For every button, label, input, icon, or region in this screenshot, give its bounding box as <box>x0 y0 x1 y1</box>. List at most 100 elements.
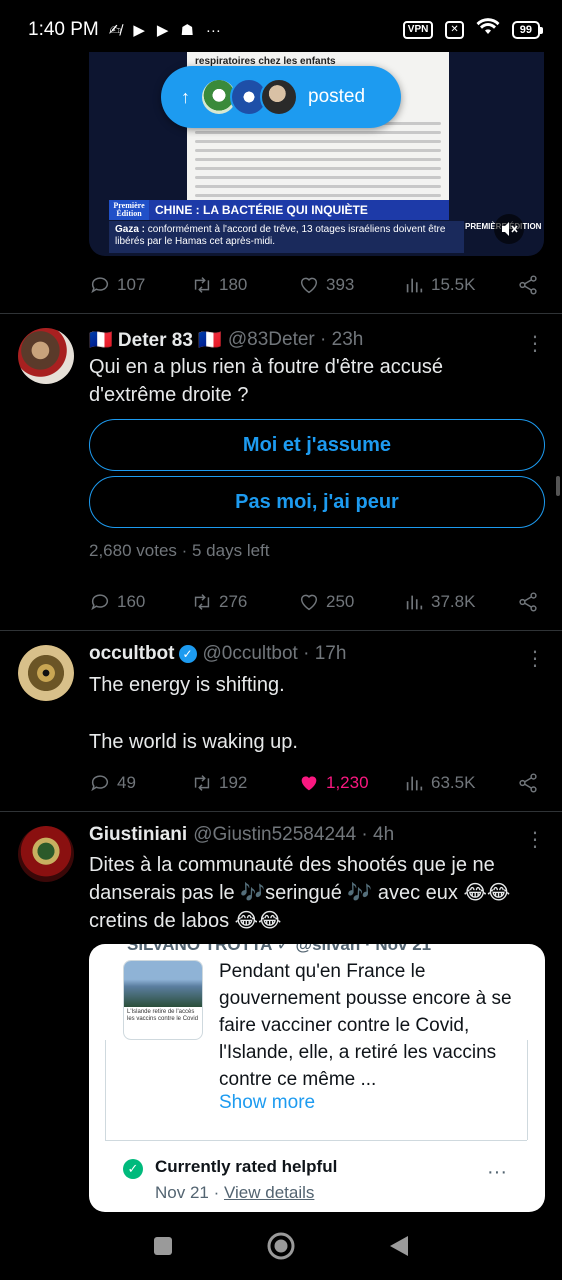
share-icon <box>519 275 537 295</box>
battery-icon: 99 <box>511 21 544 39</box>
square-icon <box>154 1237 172 1255</box>
thumbnail-caption: L'Islande retire de l'accès les vaccins … <box>127 1009 199 1022</box>
reply-button[interactable]: 107 <box>89 274 191 296</box>
share-icon <box>519 592 537 612</box>
avatar <box>260 78 298 116</box>
home-button[interactable] <box>267 1232 295 1260</box>
quoted-tweet-header: SILVANO TROTTA ✓ @silvan · Nov 21 <box>127 944 432 954</box>
retweet-button[interactable]: 276 <box>191 591 298 613</box>
notification-icons: ✍̸ ▶ ▶ ☗ ··· <box>108 21 221 40</box>
system-nav-bar <box>0 1212 562 1280</box>
poll-option-1[interactable]: Moi et j'assume <box>89 419 545 471</box>
tv-headline: CHINE : LA BACTÉRIE QUI INQUIÈTE <box>149 200 449 220</box>
views-button[interactable]: 63.5K <box>403 772 503 794</box>
share-button[interactable] <box>517 591 539 613</box>
handle-time[interactable]: @0ccultbot · 17h <box>203 643 347 665</box>
channel-brand: Première Édition <box>109 200 149 220</box>
heart-icon <box>300 277 318 294</box>
quoted-text: Pendant qu'en France le gouvernement pou… <box>219 961 512 1090</box>
silent-icon: ✍̸ <box>108 22 122 39</box>
views-button[interactable]: 15.5K <box>403 274 503 296</box>
more-options-icon[interactable]: ··· <box>487 1162 507 1182</box>
quoted-thumbnail: L'Islande retire de l'accès les vaccins … <box>123 960 203 1040</box>
view-details-link[interactable]: View details <box>224 1183 314 1202</box>
like-button[interactable]: 250 <box>298 591 403 613</box>
circle-icon <box>267 1232 295 1260</box>
recents-button[interactable] <box>149 1232 177 1260</box>
display-name[interactable]: 🇫🇷 Deter 83 🇫🇷 <box>89 328 222 352</box>
tweet-text-line-2: The world is waking up. <box>89 731 298 753</box>
tv-ticker: Gaza : conformément à l'accord de trêve,… <box>109 221 464 253</box>
posted-avatars <box>200 78 298 116</box>
wifi-icon <box>476 18 500 42</box>
tweet-header: occultbot ✓ @0ccultbot · 17h <box>89 643 529 665</box>
status-time: 1:40 PM <box>28 19 99 40</box>
note-status: Currently rated helpful <box>155 1157 338 1176</box>
tweet-header: 🇫🇷 Deter 83 🇫🇷 @83Deter · 23h <box>89 328 529 352</box>
arrow-up-icon: ↑ <box>181 86 190 107</box>
tweet-actions: 160 276 250 37.8K <box>89 587 539 617</box>
views-icon <box>406 278 423 293</box>
check-icon: ✓ <box>123 1159 143 1179</box>
mute-icon[interactable] <box>494 214 524 244</box>
scrollbar[interactable] <box>556 476 560 496</box>
retweet-icon <box>194 277 210 293</box>
avatar[interactable] <box>18 826 74 882</box>
app-icon: ☗ <box>180 22 194 39</box>
share-icon <box>519 773 537 793</box>
avatar[interactable] <box>18 645 74 701</box>
handle-time[interactable]: @83Deter · 23h <box>228 329 363 351</box>
views-icon <box>406 595 423 610</box>
heart-filled-icon <box>301 776 317 791</box>
tweet-header: Giustiniani @Giustin52584244 · 4h <box>89 824 529 846</box>
retweet-icon <box>194 775 210 791</box>
retweet-button[interactable]: 180 <box>191 274 298 296</box>
share-button[interactable] <box>517 274 539 296</box>
divider <box>0 811 562 812</box>
views-button[interactable]: 37.8K <box>403 591 503 613</box>
note-meta: Nov 21 · View details <box>155 1183 315 1202</box>
posted-label: posted <box>308 86 366 107</box>
handle-time[interactable]: @Giustin52584244 · 4h <box>193 824 394 846</box>
more-options-icon[interactable]: ⋮ <box>525 649 545 669</box>
back-triangle-icon <box>390 1236 408 1256</box>
new-posts-pill[interactable]: ↑ posted <box>161 66 401 128</box>
more-options-icon[interactable]: ⋮ <box>525 830 545 850</box>
reply-icon <box>91 775 109 792</box>
play-icon: ▶ <box>156 22 169 39</box>
tweet-text-line-1: The energy is shifting. <box>89 674 285 696</box>
reply-icon <box>91 277 109 294</box>
status-bar: 1:40 PM ✍̸ ▶ ▶ ☗ ··· VPN ✕ 99 <box>0 0 562 60</box>
like-button[interactable]: 1,230 <box>298 772 403 794</box>
play-icon: ▶ <box>133 22 145 39</box>
reply-icon <box>91 594 109 611</box>
more-options-icon[interactable]: ⋮ <box>525 334 545 354</box>
poll-option-2[interactable]: Pas moi, j'ai peur <box>89 476 545 528</box>
reply-button[interactable]: 49 <box>89 772 191 794</box>
reply-button[interactable]: 160 <box>89 591 191 613</box>
display-name[interactable]: Giustiniani <box>89 824 187 846</box>
retweet-icon <box>194 594 210 610</box>
divider <box>0 313 562 314</box>
share-button[interactable] <box>517 772 539 794</box>
more-notifications-icon: ··· <box>205 21 221 39</box>
tv-banner: Première Édition CHINE : LA BACTÉRIE QUI… <box>109 200 449 220</box>
retweet-button[interactable]: 192 <box>191 772 298 794</box>
like-button[interactable]: 393 <box>298 274 403 296</box>
tweet-actions: 107 180 393 15.5K <box>89 270 539 300</box>
heart-icon <box>300 594 318 611</box>
tweet-text: Qui en a plus rien à foutre d'être accus… <box>89 356 444 406</box>
tweet-text: Dites à la communauté des shootés que je… <box>89 854 511 932</box>
verified-badge-icon: ✓ <box>178 645 197 663</box>
back-button[interactable] <box>385 1232 413 1260</box>
divider <box>0 630 562 631</box>
poll-meta: 2,680 votes · 5 days left <box>89 541 270 560</box>
display-name[interactable]: occultbot <box>89 643 175 665</box>
views-icon <box>406 776 423 791</box>
avatar[interactable] <box>18 328 74 384</box>
no-sim-icon: ✕ <box>445 21 464 39</box>
vpn-icon: VPN <box>402 21 434 39</box>
show-more-link[interactable]: Show more <box>219 1092 315 1114</box>
quoted-tweet[interactable]: SILVANO TROTTA ✓ @silvan · Nov 21 L'Isla… <box>89 944 545 1212</box>
community-note[interactable]: ✓ Currently rated helpful Nov 21 · View … <box>105 1140 527 1212</box>
